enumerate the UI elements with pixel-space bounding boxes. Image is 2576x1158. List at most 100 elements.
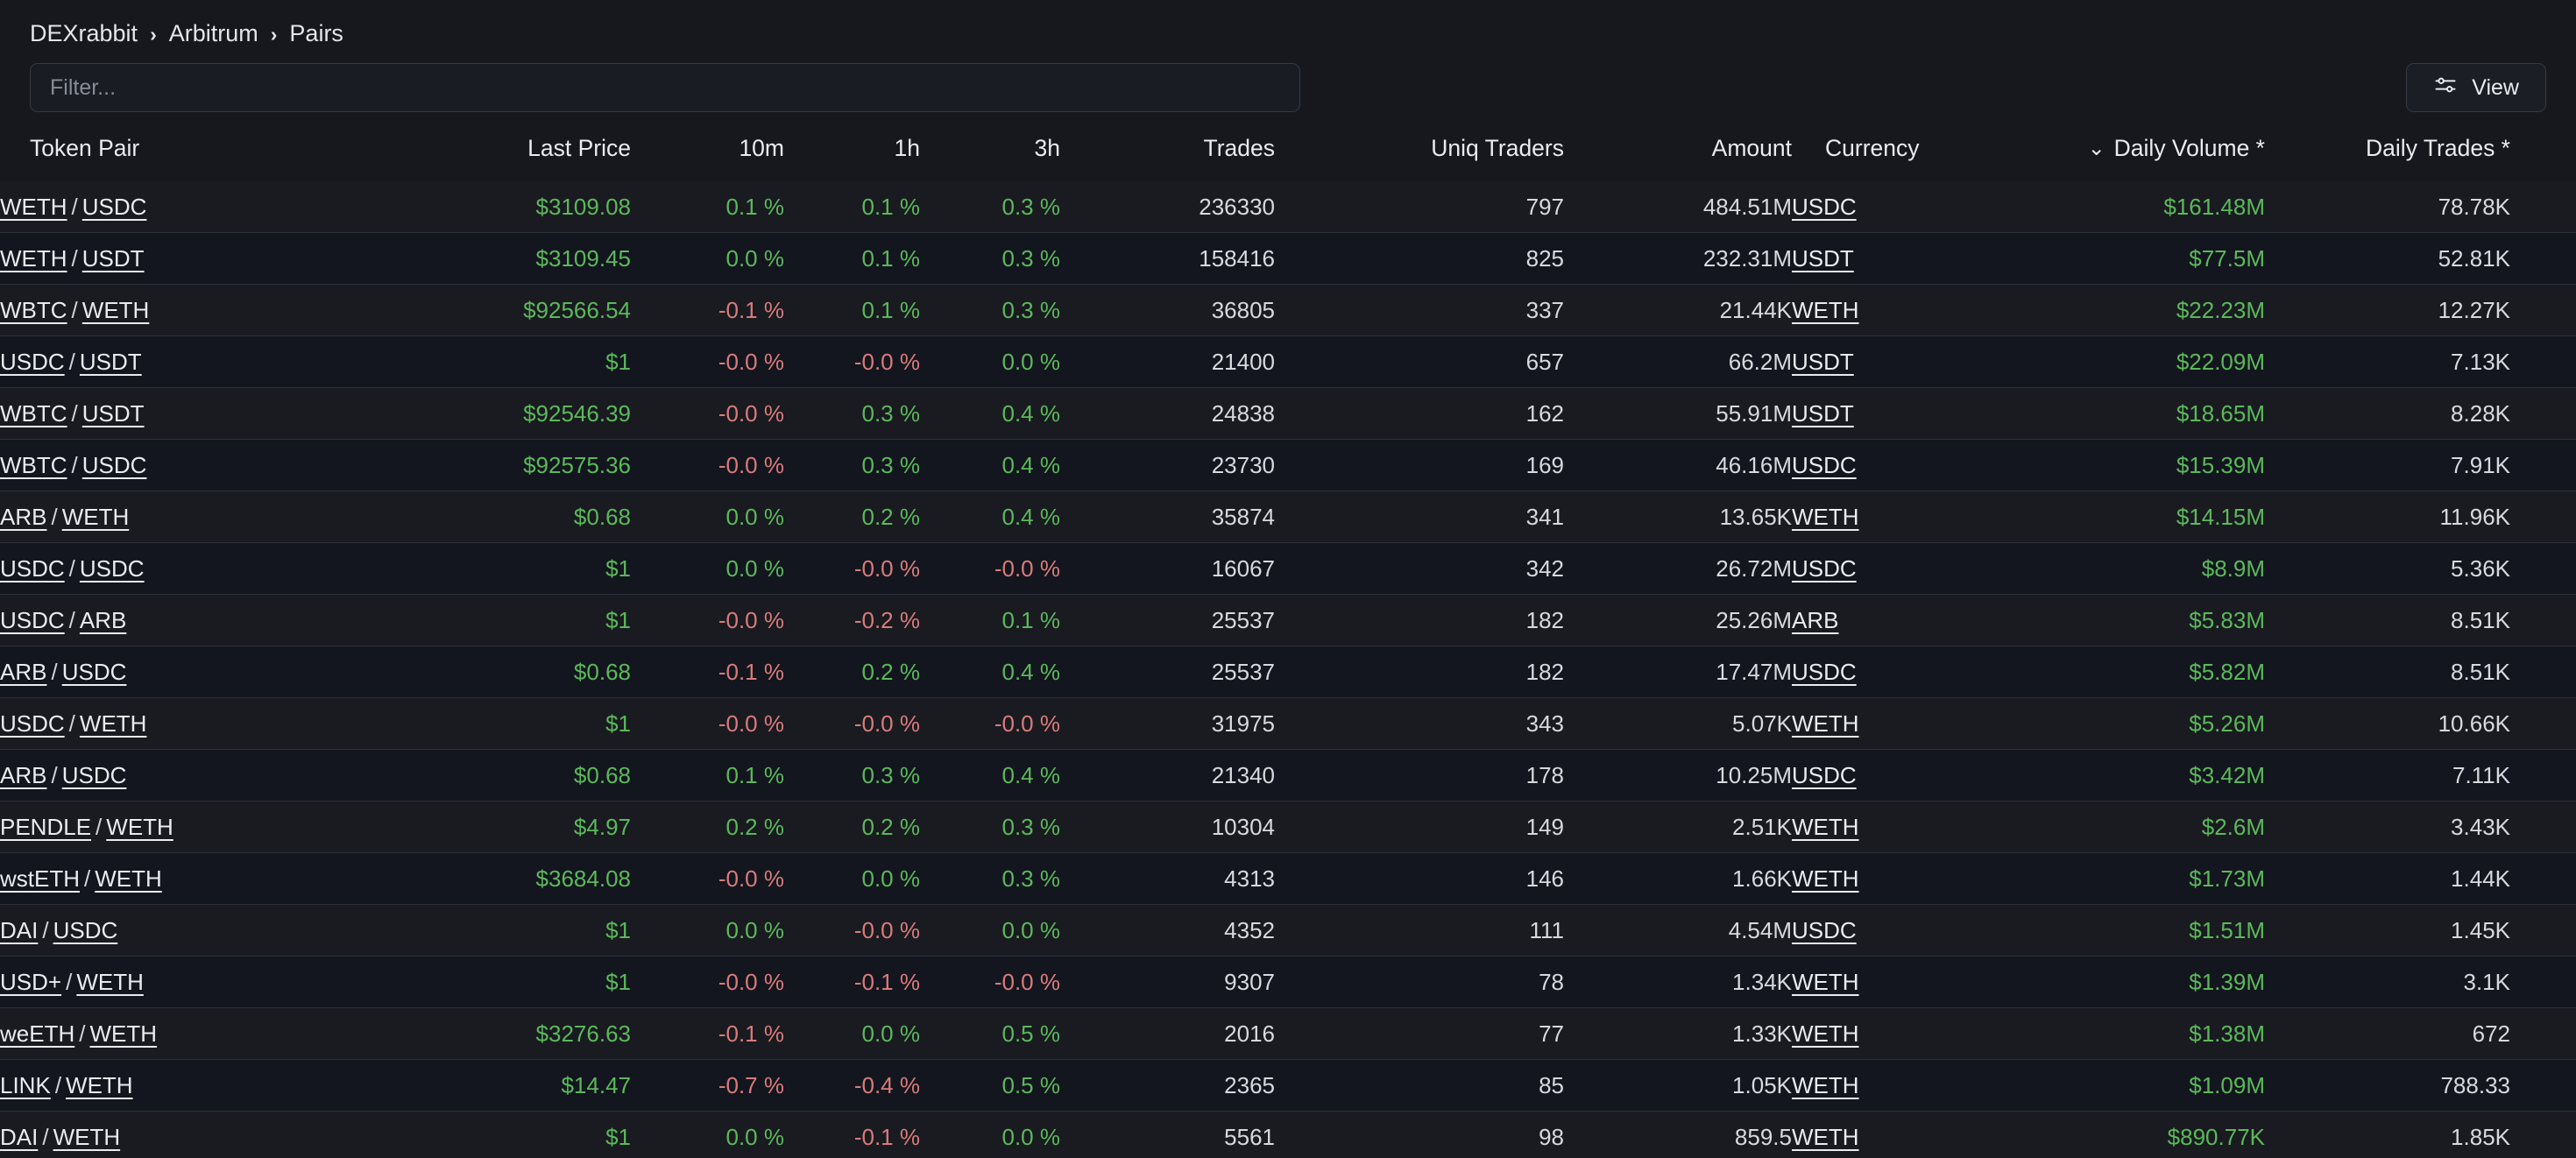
token-quote-link[interactable]: USDC	[82, 194, 147, 220]
cell-amount: 1.66K	[1564, 852, 1792, 905]
column-header-daily-trades[interactable]: Daily Trades *	[2265, 119, 2510, 181]
column-header-last-price[interactable]: Last Price	[368, 119, 631, 181]
column-header-uniq-traders[interactable]: Uniq Traders	[1275, 119, 1564, 181]
currency-link[interactable]: USDC	[1792, 555, 1857, 582]
table-row[interactable]: WBTC / USDC $92575.36 -0.0 % 0.3 % 0.4 % 23730 1…	[0, 439, 2576, 491]
token-base-link[interactable]: USD+	[0, 969, 61, 995]
currency-link[interactable]: WETH	[1792, 1072, 1859, 1098]
token-base-link[interactable]: DAI	[0, 1124, 38, 1150]
token-quote-link[interactable]: WETH	[82, 297, 150, 323]
token-quote-link[interactable]: USDC	[53, 917, 118, 943]
table-row[interactable]: WETH / USDT $3109.45 0.0 % 0.1 % 0.3 % 158416 82…	[0, 232, 2576, 285]
breadcrumb-item-dexrabbit[interactable]: DEXrabbit	[30, 20, 138, 47]
column-header-amount[interactable]: Amount	[1564, 119, 1792, 181]
token-quote-link[interactable]: WETH	[89, 1020, 157, 1047]
column-header-daily-volume[interactable]: ⌄ Daily Volume *	[1923, 119, 2265, 181]
token-base-link[interactable]: LINK	[0, 1072, 51, 1098]
currency-link[interactable]: WETH	[1792, 1124, 1859, 1150]
currency-link[interactable]: WETH	[1792, 297, 1859, 323]
currency-link[interactable]: USDT	[1792, 349, 1854, 375]
table-row[interactable]: WBTC / USDT $92546.39 -0.0 % 0.3 % 0.4 % 24838 1…	[0, 387, 2576, 440]
cell-daily-trades: 8.51K	[2265, 646, 2510, 698]
table-row[interactable]: USDC / WETH $1 -0.0 % -0.0 % -0.0 % 31975 343 5.0…	[0, 697, 2576, 750]
token-base-link[interactable]: USDC	[0, 349, 65, 375]
currency-link[interactable]: USDC	[1792, 659, 1857, 685]
cell-dex-markets: 45	[2510, 491, 2576, 543]
table-row[interactable]: weETH / WETH $3276.63 -0.1 % 0.0 % 0.5 % 2016 77…	[0, 1007, 2576, 1060]
token-quote-link[interactable]: USDT	[82, 245, 145, 272]
token-quote-link[interactable]: WETH	[66, 1072, 133, 1098]
currency-link[interactable]: WETH	[1792, 969, 1859, 995]
token-base-link[interactable]: ARB	[0, 762, 46, 788]
currency-link[interactable]: WETH	[1792, 865, 1859, 892]
column-header-trades[interactable]: Trades	[1060, 119, 1276, 181]
token-quote-link[interactable]: USDC	[82, 452, 147, 478]
column-header-3h[interactable]: 3h	[920, 119, 1060, 181]
token-base-link[interactable]: WBTC	[0, 452, 67, 478]
token-base-link[interactable]: WBTC	[0, 400, 67, 427]
table-row[interactable]: LINK / WETH $14.47 -0.7 % -0.4 % 0.5 % 2365 85 1.…	[0, 1059, 2576, 1112]
column-header-1h[interactable]: 1h	[784, 119, 920, 181]
table-row[interactable]: DAI / USDC $1 0.0 % -0.0 % 0.0 % 4352 111 4.54M US…	[0, 904, 2576, 957]
column-header-10m[interactable]: 10m	[631, 119, 784, 181]
currency-link[interactable]: USDC	[1792, 194, 1857, 220]
currency-link[interactable]: USDC	[1792, 917, 1857, 943]
token-base-link[interactable]: ARB	[0, 504, 46, 530]
token-base-link[interactable]: DAI	[0, 917, 38, 943]
token-base-link[interactable]: WETH	[0, 194, 67, 220]
currency-link[interactable]: WETH	[1792, 710, 1859, 737]
table-row[interactable]: wstETH / WETH $3684.08 -0.0 % 0.0 % 0.3 % 4313 1…	[0, 852, 2576, 905]
token-base-link[interactable]: ARB	[0, 659, 46, 685]
token-base-link[interactable]: wstETH	[0, 865, 80, 892]
token-quote-link[interactable]: WETH	[80, 710, 147, 737]
breadcrumb-item-arbitrum[interactable]: Arbitrum	[169, 20, 258, 47]
column-header-token-pair[interactable]: Token Pair	[0, 119, 368, 181]
token-quote-link[interactable]: USDC	[62, 659, 127, 685]
token-quote-link[interactable]: USDT	[80, 349, 142, 375]
token-quote-link[interactable]: WETH	[53, 1124, 121, 1150]
token-quote-link[interactable]: USDT	[82, 400, 145, 427]
currency-link[interactable]: WETH	[1792, 1020, 1859, 1047]
table-row[interactable]: USDC / ARB $1 -0.0 % -0.2 % 0.1 % 25537 182 25.26…	[0, 594, 2576, 646]
column-header-dex-markets[interactable]: DEX Markets	[2510, 119, 2576, 181]
table-row[interactable]: ARB / WETH $0.68 0.0 % 0.2 % 0.4 % 35874 341 13.6…	[0, 491, 2576, 543]
token-base-link[interactable]: weETH	[0, 1020, 74, 1047]
table-row[interactable]: ARB / USDC $0.68 0.1 % 0.3 % 0.4 % 21340 178 10.2…	[0, 749, 2576, 801]
currency-link[interactable]: USDC	[1792, 452, 1857, 478]
column-header-currency[interactable]: Currency	[1792, 119, 1923, 181]
table-row[interactable]: DAI / WETH $1 0.0 % -0.1 % 0.0 % 5561 98 859.5 WET…	[0, 1111, 2576, 1158]
currency-link[interactable]: WETH	[1792, 504, 1859, 530]
token-base-link[interactable]: USDC	[0, 710, 65, 737]
token-quote-link[interactable]: WETH	[106, 814, 173, 840]
table-row[interactable]: PENDLE / WETH $4.97 0.2 % 0.2 % 0.3 % 10304 149 2…	[0, 801, 2576, 853]
token-quote-link[interactable]: USDC	[62, 762, 127, 788]
table-row[interactable]: WETH / USDC $3109.08 0.1 % 0.1 % 0.3 % 236330 79…	[0, 181, 2576, 233]
token-quote-link[interactable]: WETH	[76, 969, 144, 995]
pair-separator: /	[51, 659, 58, 685]
token-base-link[interactable]: USDC	[0, 607, 65, 633]
currency-link[interactable]: WETH	[1792, 814, 1859, 840]
token-quote-link[interactable]: ARB	[80, 607, 126, 633]
currency-link[interactable]: USDT	[1792, 245, 1854, 272]
table-row[interactable]: USDC / USDC $1 0.0 % -0.0 % -0.0 % 16067 342 26.7…	[0, 542, 2576, 595]
token-base-link[interactable]: WBTC	[0, 297, 67, 323]
token-base-link[interactable]: WETH	[0, 245, 67, 272]
table-row[interactable]: USD+ / WETH $1 -0.0 % -0.1 % -0.0 % 9307 78 1.34K…	[0, 956, 2576, 1008]
token-quote-link[interactable]: WETH	[95, 865, 162, 892]
view-button[interactable]: View	[2406, 63, 2546, 112]
currency-link[interactable]: ARB	[1792, 607, 1838, 633]
table-row[interactable]: ARB / USDC $0.68 -0.1 % 0.2 % 0.4 % 25537 182 17.…	[0, 646, 2576, 698]
token-quote-link[interactable]: WETH	[62, 504, 130, 530]
cell-daily-trades: 7.13K	[2265, 335, 2510, 388]
cell-trades: 21340	[1060, 749, 1275, 801]
currency-link[interactable]: USDT	[1792, 400, 1854, 427]
table-row[interactable]: WBTC / WETH $92566.54 -0.1 % 0.1 % 0.3 % 36805 3…	[0, 284, 2576, 336]
filter-input[interactable]	[30, 63, 1300, 112]
table-row[interactable]: USDC / USDT $1 -0.0 % -0.0 % 0.0 % 21400 657 66.2…	[0, 335, 2576, 388]
cell-amount: 13.65K	[1564, 491, 1792, 543]
cell-dex-markets: 61	[2510, 697, 2576, 750]
token-quote-link[interactable]: USDC	[80, 555, 145, 582]
token-base-link[interactable]: USDC	[0, 555, 65, 582]
token-base-link[interactable]: PENDLE	[0, 814, 91, 840]
currency-link[interactable]: USDC	[1792, 762, 1857, 788]
